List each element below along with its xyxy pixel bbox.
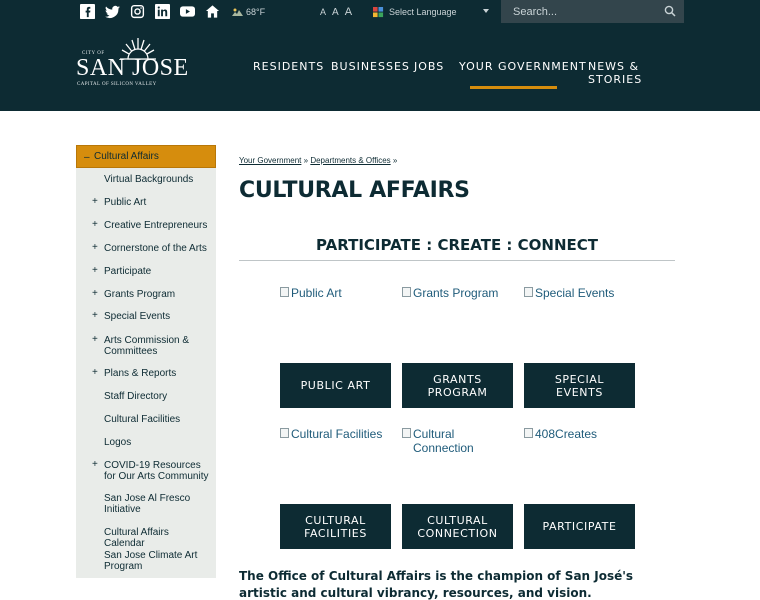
instagram-icon[interactable] bbox=[130, 4, 145, 19]
image-alt-text: Public Art bbox=[291, 286, 342, 300]
sidebar-title: Cultural Affairs bbox=[94, 151, 159, 162]
logo-tagline: CAPITAL OF SILICON VALLEY bbox=[77, 82, 157, 87]
font-size-controls: A A A bbox=[320, 6, 352, 18]
grants-program-button[interactable]: GRANTS PROGRAM bbox=[402, 363, 513, 408]
font-size-medium-button[interactable]: A bbox=[332, 7, 339, 18]
sidebar-item-label: Cultural Affairs Calendar bbox=[104, 527, 169, 549]
special-events-image[interactable]: Special Events bbox=[524, 286, 645, 300]
broken-image-icon bbox=[280, 428, 289, 438]
main-nav: RESIDENTS BUSINESSES JOBS YOUR GOVERNMEN… bbox=[253, 60, 678, 90]
site-header: 68°F A A A Select Language CITY OF SAN J… bbox=[0, 0, 760, 111]
expand-icon[interactable]: + bbox=[92, 242, 98, 253]
image-alt-text: Cultural Connection bbox=[413, 427, 474, 455]
public-art-image[interactable]: Public Art bbox=[280, 286, 401, 300]
home-icon[interactable] bbox=[205, 4, 220, 19]
breadcrumb: Your Government » Departments & Offices … bbox=[239, 156, 397, 165]
expand-icon[interactable]: + bbox=[92, 367, 98, 378]
sidebar-item-label: Virtual Backgrounds bbox=[104, 174, 194, 185]
cultural-facilities-image[interactable]: Cultural Facilities bbox=[280, 427, 401, 441]
sidebar-item-label: Cultural Facilities bbox=[104, 414, 181, 425]
public-art-button[interactable]: PUBLIC ART bbox=[280, 363, 391, 408]
image-alt-text: Grants Program bbox=[413, 286, 499, 300]
breadcrumb-your-government[interactable]: Your Government bbox=[239, 156, 301, 165]
language-select[interactable]: Select Language bbox=[373, 5, 491, 19]
weather-widget: 68°F bbox=[232, 7, 265, 17]
language-label: Select Language bbox=[389, 7, 457, 17]
sidebar-item-label: Staff Directory bbox=[104, 391, 168, 402]
breadcrumb-separator: » bbox=[392, 156, 398, 165]
nav-businesses[interactable]: BUSINESSES bbox=[331, 60, 414, 90]
search-input[interactable] bbox=[501, 5, 651, 18]
nav-news-stories[interactable]: NEWS & STORIES bbox=[588, 60, 678, 90]
408creates-image[interactable]: 408Creates bbox=[524, 427, 645, 441]
divider bbox=[239, 260, 675, 261]
special-events-button[interactable]: SPECIAL EVENTS bbox=[524, 363, 635, 408]
sidebar-item-label: Special Events bbox=[104, 311, 171, 322]
facebook-icon[interactable] bbox=[80, 4, 95, 19]
page-subtitle: PARTICIPATE : CREATE : CONNECT bbox=[315, 236, 598, 254]
search-box bbox=[501, 0, 684, 23]
nav-residents[interactable]: RESIDENTS bbox=[253, 60, 331, 90]
expand-icon[interactable]: + bbox=[92, 219, 98, 230]
logo-name: SAN JOSE bbox=[76, 55, 189, 81]
grants-program-image[interactable]: Grants Program bbox=[402, 286, 523, 300]
expand-icon[interactable]: + bbox=[92, 334, 98, 345]
city-logo[interactable]: CITY OF SAN JOSE CAPITAL OF SILICON VALL… bbox=[76, 37, 188, 92]
image-alt-text: 408Creates bbox=[535, 427, 598, 441]
weather-temp: 68°F bbox=[246, 6, 266, 17]
broken-image-icon bbox=[402, 287, 411, 297]
nav-jobs[interactable]: JOBS bbox=[414, 60, 459, 90]
broken-image-icon bbox=[524, 428, 533, 438]
sidebar-item-label: Public Art bbox=[104, 197, 147, 208]
cultural-connection-button[interactable]: CULTURAL CONNECTION bbox=[402, 504, 513, 549]
font-size-small-button[interactable]: A bbox=[320, 7, 326, 17]
expand-icon[interactable]: + bbox=[92, 196, 98, 207]
broken-image-icon bbox=[524, 287, 533, 297]
nav-your-government[interactable]: YOUR GOVERNMENT bbox=[459, 60, 588, 90]
sidebar-item-label: San Jose Climate Art Program bbox=[104, 550, 198, 572]
image-alt-text: Special Events bbox=[535, 286, 615, 300]
image-alt-text: Cultural Facilities bbox=[291, 427, 383, 441]
broken-image-icon bbox=[402, 428, 411, 438]
sidebar-active-section[interactable]: – Cultural Affairs bbox=[76, 145, 216, 168]
sidebar-item-label: Logos bbox=[104, 437, 132, 448]
expand-icon[interactable]: + bbox=[92, 459, 98, 470]
participate-button[interactable]: PARTICIPATE bbox=[524, 504, 635, 549]
sidebar-item-label: Plans & Reports bbox=[104, 368, 177, 379]
sidebar-item-label: Arts Commission & Committees bbox=[104, 335, 190, 357]
sidebar-item-label: San Jose Al Fresco Initiative bbox=[104, 493, 191, 515]
breadcrumb-departments-offices[interactable]: Departments & Offices bbox=[310, 156, 390, 165]
intro-paragraph: The Office of Cultural Affairs is the ch… bbox=[239, 569, 634, 600]
collapse-icon[interactable]: – bbox=[84, 152, 90, 163]
sidebar-item-label: Participate bbox=[104, 266, 152, 277]
twitter-icon[interactable] bbox=[105, 4, 120, 19]
expand-icon[interactable]: + bbox=[92, 265, 98, 276]
expand-icon[interactable]: + bbox=[92, 288, 98, 299]
breadcrumb-separator: » bbox=[303, 156, 309, 165]
sidebar-item-label: COVID-19 Resources for Our Arts Communit… bbox=[104, 460, 209, 482]
sidebar-item-label: Cornerstone of the Arts bbox=[104, 243, 207, 254]
section-sidebar: – Cultural Affairs Virtual Backgrounds +… bbox=[76, 145, 216, 578]
search-icon[interactable] bbox=[664, 5, 676, 17]
sidebar-item-label: Creative Entrepreneurs bbox=[104, 220, 208, 231]
chevron-down-icon bbox=[483, 9, 489, 13]
cultural-connection-image[interactable]: Cultural Connection bbox=[402, 427, 503, 455]
social-links: 68°F bbox=[80, 4, 265, 19]
expand-icon[interactable]: + bbox=[92, 310, 98, 321]
weather-icon bbox=[232, 8, 243, 16]
youtube-icon[interactable] bbox=[180, 4, 195, 19]
linkedin-icon[interactable] bbox=[155, 4, 170, 19]
page-title: CULTURAL AFFAIRS bbox=[239, 178, 470, 203]
sidebar-item-label: Grants Program bbox=[104, 289, 176, 300]
font-size-large-button[interactable]: A bbox=[345, 6, 352, 18]
globe-icon bbox=[373, 6, 384, 17]
cultural-facilities-button[interactable]: CULTURAL FACILITIES bbox=[280, 504, 391, 549]
broken-image-icon bbox=[280, 287, 289, 297]
